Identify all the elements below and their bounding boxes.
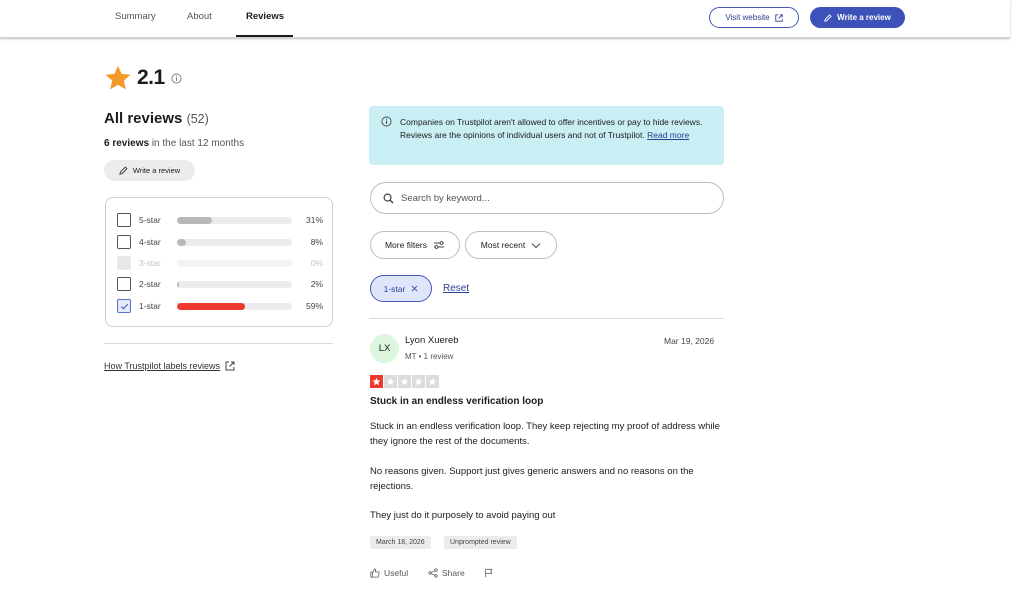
checkbox-1-star[interactable] [117,299,131,313]
write-review-label: Write a review [837,13,891,22]
sort-dropdown[interactable]: Most recent [465,231,557,259]
thumbs-up-icon [370,568,380,578]
useful-label: Useful [384,568,409,578]
useful-button[interactable]: Useful [370,568,408,578]
checkmark-icon [120,303,128,310]
active-filter-label: 1-star [383,283,406,294]
more-filters-label: More filters [384,240,428,250]
star-2-icon [384,375,397,388]
star-percent: 59% [305,301,323,311]
rating-star-icon [105,65,131,90]
tab-reviews[interactable]: Reviews [236,0,293,37]
checkbox-5-star[interactable] [117,213,131,227]
star-filter-3: 3-star 0% [117,255,323,271]
star-bar-track [176,259,293,267]
info-icon[interactable] [171,73,182,84]
recent-review-count: 6 reviews [104,138,150,149]
unprompted-badge[interactable]: Unprompted review [444,536,517,549]
star-filter-label: 5-star [139,215,161,225]
filter-sliders-icon [434,241,445,249]
star-percent: 8% [310,237,323,247]
sort-label: Most recent [480,240,526,250]
close-icon[interactable] [411,285,418,292]
review-title[interactable]: Stuck in an endless verification loop [370,396,543,407]
star-percent: 0% [310,258,323,268]
checkbox-2-star[interactable] [117,277,131,291]
star-filter-label: 4-star [139,237,161,247]
star-3-icon [398,375,411,388]
recent-reviews-summary: 6 reviews in the last 12 months [104,138,244,149]
visit-website-button[interactable]: Visit website [709,7,799,28]
visit-website-label: Visit website [725,13,770,22]
star-filter-2[interactable]: 2-star 2% [117,276,323,292]
active-filter-chip[interactable]: 1-star [370,275,432,302]
star-filter-panel: 5-star 31% 4-star 8% 3-star 0% 2-star 2%… [105,197,333,327]
external-link-icon [775,13,783,22]
tab-about[interactable]: About [177,0,222,37]
chevron-down-icon [531,242,541,248]
experience-date-badge: March 18, 2026 [370,536,431,549]
recent-reviews-suffix: in the last 12 months [151,138,245,149]
tab-summary[interactable]: Summary [105,0,166,37]
info-icon [381,116,392,127]
star-bar-track [176,302,293,310]
share-icon [428,568,438,578]
star-filter-1[interactable]: 1-star 59% [117,298,323,314]
star-5-icon [426,375,439,388]
review-count: (52) [186,112,209,126]
review-paragraph: No reasons given. Support just gives gen… [370,466,694,492]
search-icon [383,193,394,204]
star-bar-fill [176,238,186,246]
star-1-icon [370,375,383,388]
write-review-secondary-button[interactable]: Write a review [104,160,195,181]
overall-rating: 2.1 [137,66,165,89]
external-link-icon [225,361,235,371]
star-filter-4[interactable]: 4-star 8% [117,234,323,250]
star-filter-label: 2-star [139,279,161,289]
reviewer-name[interactable]: Lyon Xuereb [405,335,459,346]
write-review-secondary-label: Write a review [132,166,181,175]
share-button[interactable]: Share [428,568,465,578]
review-paragraph: Stuck in an endless verification loop. T… [370,421,720,447]
labels-info-link[interactable]: How Trustpilot labels reviews [104,361,235,371]
star-4-icon [412,375,425,388]
top-navigation: Summary About Reviews Visit website Writ… [0,0,1010,38]
star-filter-label: 3-star [139,258,161,268]
star-bar-fill [176,280,179,288]
checkbox-3-star [117,256,131,270]
star-bar-fill [176,216,213,224]
labels-info-label: How Trustpilot labels reviews [104,361,221,371]
flag-icon [485,568,493,578]
pencil-icon [119,166,128,175]
avatar[interactable]: LX [370,334,399,363]
all-reviews-heading: All reviews (52) [104,110,209,127]
checkbox-4-star[interactable] [117,235,131,249]
review-star-rating [370,375,439,388]
search-box[interactable] [370,182,724,214]
star-bar-track [176,216,293,224]
write-review-button[interactable]: Write a review [810,7,905,28]
star-filter-label: 1-star [139,301,161,311]
reviewer-meta: MT • 1 review [405,352,454,361]
more-filters-button[interactable]: More filters [370,231,460,259]
pencil-icon [824,13,832,22]
review-paragraph: They just do it purposely to avoid payin… [370,510,556,521]
divider [369,318,724,319]
star-percent: 31% [305,215,323,225]
star-percent: 2% [310,279,323,289]
review-date: Mar 19, 2026 [664,336,715,346]
reset-filters-link[interactable]: Reset [443,283,469,294]
notice-text: Companies on Trustpilot aren't allowed t… [400,116,715,142]
star-bar-fill [176,302,245,310]
report-button[interactable] [484,568,494,578]
incentive-notice: Companies on Trustpilot aren't allowed t… [369,106,724,165]
divider [104,343,333,344]
share-label: Share [442,568,465,578]
read-more-link[interactable]: Read more [647,130,689,140]
star-filter-5[interactable]: 5-star 31% [117,212,323,228]
star-bar-track [176,280,293,288]
search-input[interactable] [401,192,701,204]
star-bar-track [176,238,293,246]
all-reviews-title: All reviews [104,110,183,127]
